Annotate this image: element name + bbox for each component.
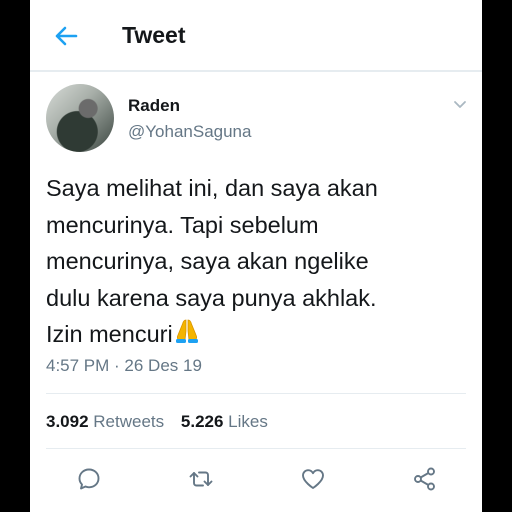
divider [46,393,466,394]
retweets-stat[interactable]: 3.092 Retweets [46,412,164,431]
back-arrow-icon[interactable] [52,22,80,50]
author-handle[interactable]: @YohanSaguna [128,122,251,142]
retweets-label: Retweets [93,412,165,431]
app-header: Tweet [30,0,482,72]
tweet-line: mencurinya. Tapi sebelum [46,211,319,238]
tweet-line-last: Izin mencuri [46,316,466,353]
tweet-line: mencurinya, saya akan ngelike [46,248,369,274]
tweet-actions [30,460,482,500]
tweet-line: Saya melihat ini, dan saya akan [46,175,378,201]
chevron-down-icon[interactable] [452,96,468,112]
likes-stat[interactable]: 5.226 Likes [181,412,268,431]
like-heart-icon[interactable] [300,466,326,492]
retweets-count: 3.092 [46,412,89,431]
tweet-stats: 3.092 Retweets 5.226 Likes [46,412,280,432]
page-title: Tweet [122,22,186,48]
tweet-screen: Tweet Raden @YohanSaguna Saya melihat in… [30,0,482,512]
author-name[interactable]: Raden [128,96,180,116]
tweet-text: Saya melihat ini, dan saya akan mencurin… [46,170,466,353]
reply-icon[interactable] [76,466,102,492]
tweet-line: dulu karena saya punya akhlak. [46,284,377,311]
likes-count: 5.226 [180,412,224,431]
likes-label: Likes [228,412,268,431]
tweet-line: Izin mencuri [46,321,173,347]
tweet-timestamp: 4:57 PM · 26 Des 19 [46,356,202,375]
retweet-icon[interactable] [188,466,214,492]
folded-hands-icon [175,319,198,343]
avatar[interactable] [46,84,114,152]
share-icon[interactable] [412,466,438,492]
divider [46,448,466,449]
